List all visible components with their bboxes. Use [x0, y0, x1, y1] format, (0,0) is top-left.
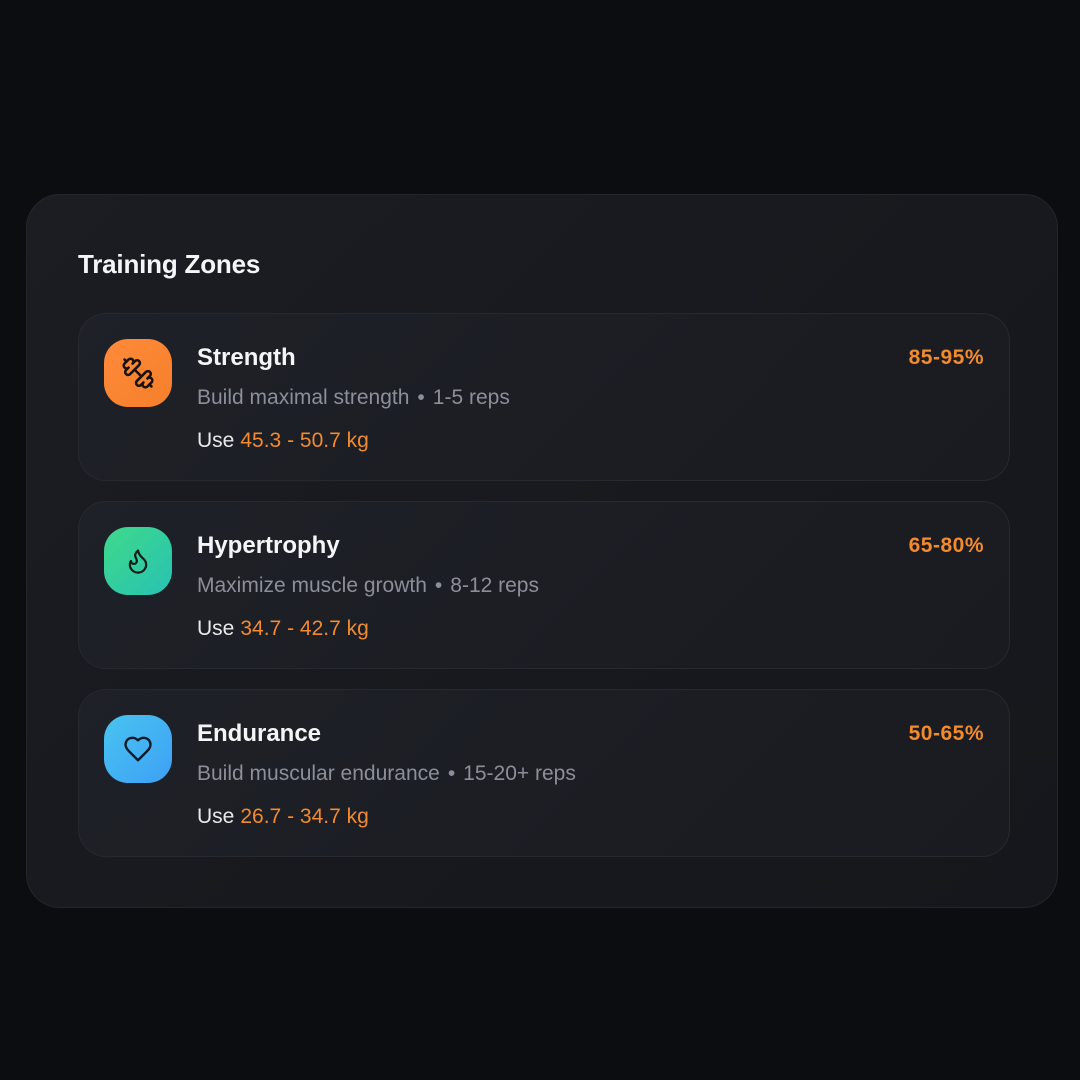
zone-percent: 65-80%	[908, 534, 984, 557]
zone-weight-range: Use 34.7 - 42.7 kg	[197, 617, 369, 641]
stage: Training Zones Strength Build maximal st…	[0, 0, 1080, 1080]
zone-description-text: Build maximal strength	[197, 386, 410, 409]
zone-percent: 50-65%	[908, 722, 984, 745]
separator-dot: •	[417, 386, 425, 409]
weight-range-value: 26.7 - 34.7 kg	[240, 805, 369, 828]
separator-dot: •	[447, 762, 456, 785]
zone-weight-range: Use 26.7 - 34.7 kg	[197, 805, 369, 829]
zone-name: Endurance	[197, 720, 322, 747]
zone-description-text: Maximize muscle growth	[197, 574, 427, 597]
zone-reps: 1-5 reps	[432, 386, 510, 409]
dumbbell-icon	[104, 339, 172, 407]
use-label: Use	[197, 429, 235, 452]
heart-icon	[104, 715, 172, 783]
zone-percent: 85-95%	[908, 346, 984, 369]
zone-description: Build maximal strength • 1-5 reps	[197, 386, 510, 410]
zone-card-hypertrophy[interactable]: Hypertrophy Maximize muscle growth • 8-12 …	[78, 501, 1010, 669]
zone-description: Build muscular endurance • 15-20+ reps	[197, 762, 576, 786]
flame-icon	[104, 527, 172, 595]
use-label: Use	[197, 617, 235, 640]
separator-dot: •	[434, 574, 443, 597]
zone-description: Maximize muscle growth • 8-12 reps	[197, 574, 539, 598]
panel-title: Training Zones	[78, 249, 261, 279]
zone-name: Hypertrophy	[197, 532, 340, 559]
zone-reps: 8-12 reps	[450, 574, 539, 597]
weight-range-value: 45.3 - 50.7 kg	[240, 429, 369, 452]
zone-card-strength[interactable]: Strength Build maximal strength • 1-5 reps…	[78, 313, 1010, 481]
zone-reps: 15-20+ reps	[463, 762, 576, 785]
weight-range-value: 34.7 - 42.7 kg	[240, 617, 369, 640]
zone-name: Strength	[197, 344, 296, 371]
zone-card-endurance[interactable]: Endurance Build muscular endurance • 15-20…	[78, 689, 1010, 857]
training-zones-panel: Training Zones Strength Build maximal st…	[26, 194, 1058, 908]
use-label: Use	[197, 805, 235, 828]
zone-description-text: Build muscular endurance	[197, 762, 440, 785]
zone-weight-range: Use 45.3 - 50.7 kg	[197, 429, 369, 453]
